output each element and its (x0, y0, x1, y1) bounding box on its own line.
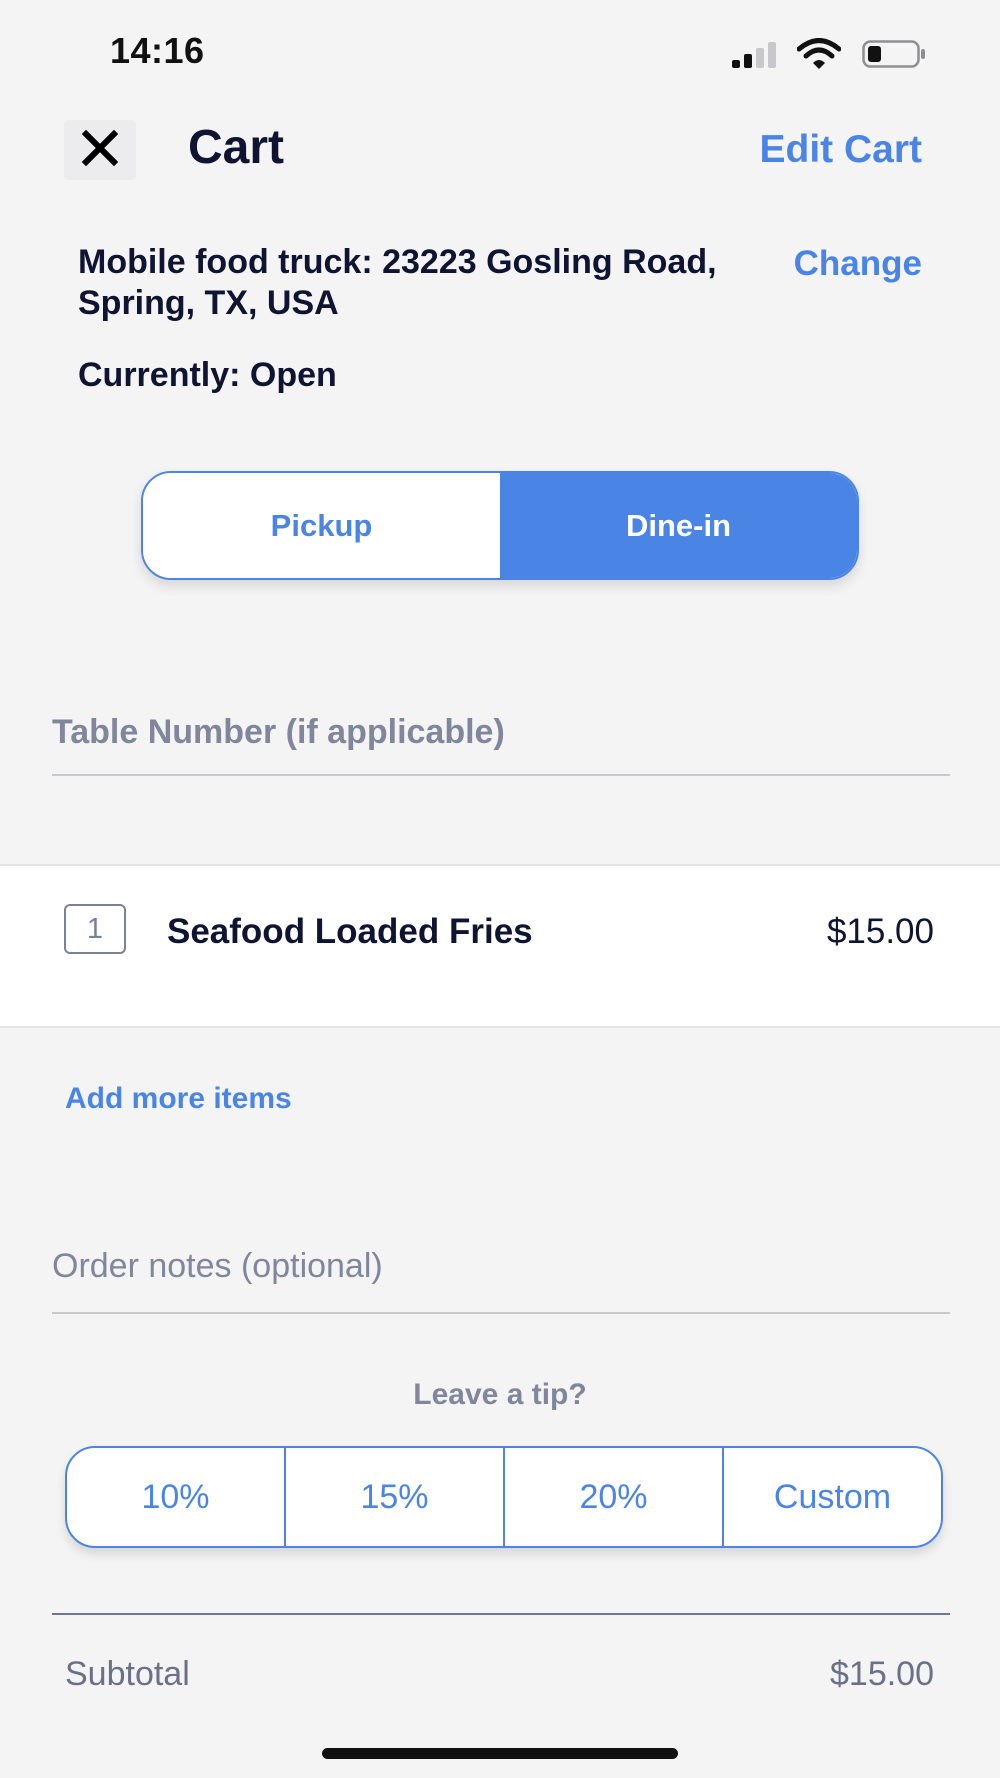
add-more-items-link[interactable]: Add more items (65, 1082, 292, 1116)
subtotal-label: Subtotal (65, 1655, 190, 1693)
status-time: 14:16 (110, 30, 205, 71)
tip-custom-button[interactable]: Custom (724, 1448, 941, 1546)
tip-15-button[interactable]: 15% (286, 1448, 505, 1546)
pickup-option[interactable]: Pickup (143, 473, 500, 578)
item-name[interactable]: Seafood Loaded Fries (167, 912, 533, 952)
tip-20-button[interactable]: 20% (505, 1448, 724, 1546)
dine-in-option[interactable]: Dine-in (500, 473, 857, 578)
location-address: Mobile food truck: 23223 Gosling Road, S… (78, 243, 717, 322)
subtotal-row: Subtotal $15.00 (0, 1655, 1000, 1705)
order-type-toggle: Pickup Dine-in (141, 471, 859, 580)
cellular-signal-icon (732, 42, 782, 68)
summary-divider (52, 1613, 950, 1615)
page-title: Cart (188, 121, 285, 174)
edit-cart-button[interactable]: Edit Cart (700, 128, 922, 172)
tip-options: 10% 15% 20% Custom (65, 1446, 943, 1548)
wifi-icon (796, 38, 842, 70)
close-button[interactable] (64, 120, 136, 180)
tip-label: Leave a tip? (413, 1378, 587, 1411)
tip-10-button[interactable]: 10% (67, 1448, 286, 1546)
item-quantity[interactable]: 1 (64, 904, 126, 954)
item-price: $15.00 (826, 912, 934, 951)
subtotal-value: $15.00 (830, 1655, 934, 1693)
home-indicator[interactable] (322, 1748, 678, 1759)
order-notes-input[interactable] (52, 1220, 950, 1314)
open-status: Currently: Open (78, 356, 337, 394)
close-icon (80, 128, 120, 173)
battery-icon (862, 40, 926, 68)
table-number-input[interactable] (52, 690, 950, 776)
change-location-button[interactable]: Change (740, 244, 922, 284)
